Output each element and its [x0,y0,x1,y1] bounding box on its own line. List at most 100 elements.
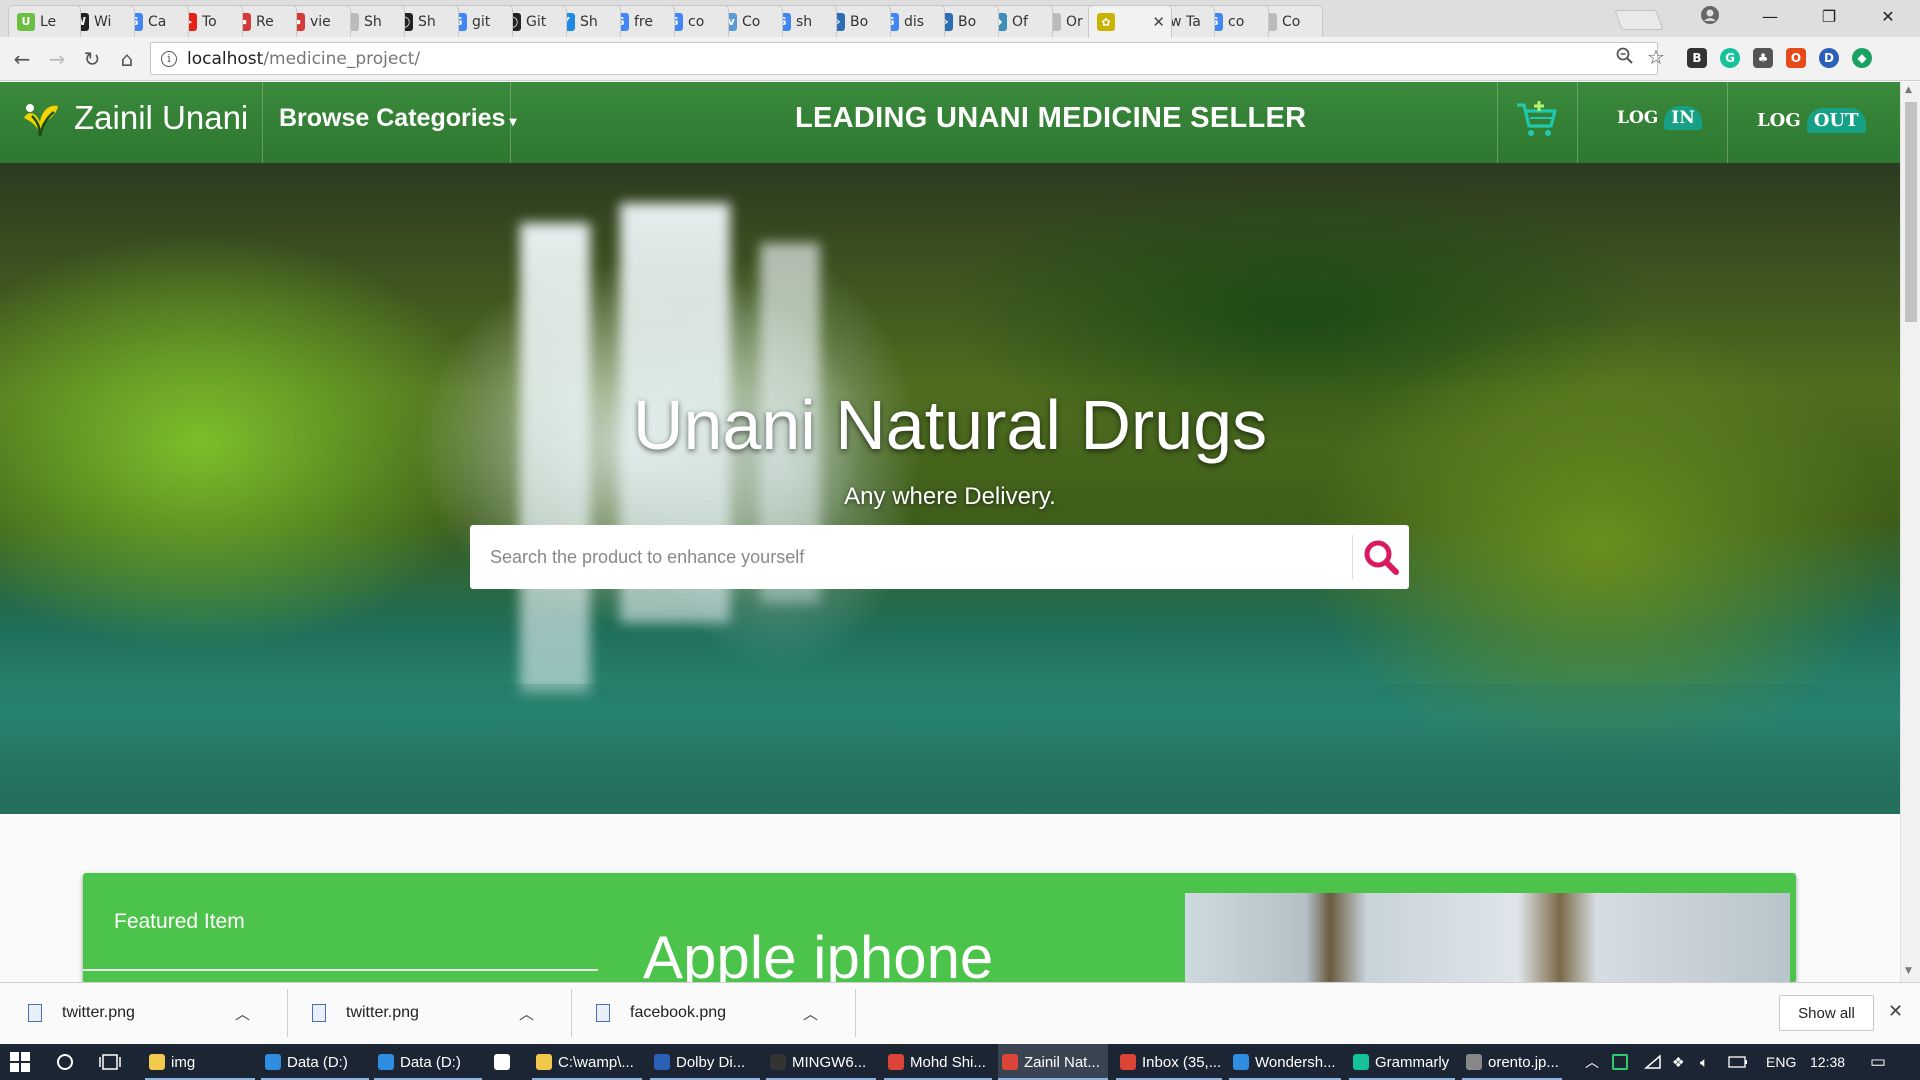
site-navbar: Zainil Unani Browse Categories ▾ LEADING … [0,82,1900,163]
network-icon[interactable] [1644,1044,1662,1080]
download-divider [855,989,856,1037]
taskbar-app[interactable]: Data (D:) [374,1044,482,1080]
tab-title: Ca [148,13,167,30]
featured-product-name[interactable]: Apple iphone [643,923,993,983]
browse-categories-dropdown[interactable]: Browse Categories ▾ [279,104,517,133]
login-button[interactable]: LOG IN [1617,106,1702,130]
reload-button[interactable]: ↻ [78,45,106,73]
browser-tab[interactable]: ✿ ✕ [1088,5,1172,38]
battery-icon[interactable] [1728,1044,1748,1080]
tray-app-icon[interactable] [1612,1044,1628,1080]
browse-categories-label: Browse Categories [279,104,506,132]
task-view-button[interactable] [99,1044,125,1080]
app-icon [1233,1054,1249,1070]
profile-icon[interactable] [1700,5,1720,25]
forward-button[interactable]: → [43,45,71,73]
extension-icon[interactable]: G [1720,48,1740,68]
taskbar-app[interactable]: Grammarly [1349,1044,1455,1080]
taskbar-app[interactable]: orento.jp... [1462,1044,1562,1080]
featured-product-image[interactable] [1185,893,1790,983]
scroll-down-icon[interactable]: ▼ [1905,966,1912,976]
tab-title: Wi [94,13,112,30]
scrollbar-thumb[interactable] [1905,102,1917,322]
taskbar-app[interactable]: Zainil Nat... [998,1044,1108,1080]
tab-title: Sh [580,13,598,30]
browser-tab[interactable]: U Le [8,5,81,37]
scroll-up-icon[interactable]: ▲ [1905,85,1912,95]
taskbar-app-label: MINGW6... [792,1053,867,1071]
extension-icon[interactable]: O [1786,48,1806,68]
chevron-up-icon[interactable]: ︿ [235,1003,250,1024]
login-label-1: LOG [1617,108,1659,128]
search-button[interactable] [1352,535,1409,579]
task-view-icon [99,1054,121,1070]
new-tab-button[interactable] [1614,10,1664,30]
cart-icon[interactable] [1515,99,1559,139]
chevron-up-icon[interactable]: ︿ [803,1003,818,1024]
language-indicator[interactable]: ENG [1766,1044,1796,1080]
nav-divider [510,82,511,163]
taskbar-app[interactable]: Dolby Di... [650,1044,760,1080]
taskbar-app[interactable]: Inbox (35,... [1116,1044,1222,1080]
taskbar-app[interactable]: Wondersh... [1229,1044,1341,1080]
dropbox-icon[interactable]: ❖ [1672,1044,1685,1080]
brand-name: Zainil Unani [74,99,249,136]
tab-title: Le [40,13,57,30]
notifications-icon[interactable]: ▭ [1870,1044,1886,1080]
back-button[interactable]: ← [8,45,36,73]
bookmark-star-icon[interactable]: ☆ [1647,45,1665,69]
tab-title: git [472,13,491,30]
hero-subtitle: Any where Delivery. [844,483,1056,510]
product-search-input[interactable] [470,525,1352,589]
download-item[interactable]: twitter.png ︿ [2,991,270,1035]
address-bar[interactable]: i localhost/medicine_project/ [150,42,1658,75]
download-item[interactable]: facebook.png ︿ [570,991,838,1035]
extension-icon[interactable]: D [1819,48,1839,68]
restore-button[interactable]: ❐ [1806,0,1852,32]
featured-label: Featured Item [114,910,245,933]
taskbar-app[interactable]: Mohd Shi... [884,1044,992,1080]
brand[interactable]: Zainil Unani [18,96,248,140]
extension-icon[interactable]: ♣ [1753,48,1773,68]
download-filename: facebook.png [630,1004,727,1021]
start-button[interactable] [10,1044,34,1080]
logout-label-1: LOG [1757,110,1801,131]
taskbar-app[interactable]: img [145,1044,255,1080]
taskbar-app[interactable] [490,1044,520,1080]
download-item[interactable]: twitter.png ︿ [286,991,554,1035]
tab-title: fre [634,13,653,30]
extension-icon[interactable]: B [1687,48,1707,68]
taskbar-app-label: Data (D:) [400,1053,461,1071]
tab-title: Git [526,13,547,30]
chevron-up-icon[interactable]: ︿ [519,1003,534,1024]
close-window-button[interactable]: ✕ [1865,0,1911,32]
site-tagline: LEADING UNANI MEDICINE SELLER [795,102,1307,134]
extension-icon[interactable]: ◆ [1852,48,1872,68]
hero-title: Unani Natural Drugs [632,386,1268,464]
tab-title: Bo [958,13,977,30]
show-all-downloads-button[interactable]: Show all [1779,995,1874,1031]
site-info-icon[interactable]: i [161,50,177,67]
cortana-button[interactable] [56,1044,78,1080]
brand-logo-icon [24,104,58,137]
zoom-icon[interactable] [1616,47,1634,70]
page-scrollbar[interactable]: ▲ ▼ [1900,82,1920,982]
tab-title: co [688,13,705,30]
search-icon [1364,540,1399,575]
cortana-icon [57,1054,73,1070]
featured-item-card: Featured Item Apple iphone [83,873,1796,983]
download-filename: twitter.png [346,1004,419,1021]
taskbar-app[interactable]: C:\wamp\... [532,1044,642,1080]
app-icon [494,1054,510,1070]
tab-close-icon[interactable]: ✕ [1152,13,1165,31]
home-button[interactable]: ⌂ [113,45,141,73]
minimize-button[interactable]: — [1747,0,1793,32]
logout-button[interactable]: LOG OUT [1757,108,1866,133]
clock[interactable]: 12:38 [1810,1044,1845,1080]
volume-icon[interactable]: 🔈︎ [1700,1044,1708,1080]
show-hidden-icons-button[interactable]: ︿ [1585,1044,1599,1080]
taskbar-app[interactable]: Data (D:) [261,1044,369,1080]
app-icon [1353,1054,1369,1070]
close-icon[interactable]: ✕ [1888,1001,1903,1022]
taskbar-app[interactable]: MINGW6... [766,1044,876,1080]
